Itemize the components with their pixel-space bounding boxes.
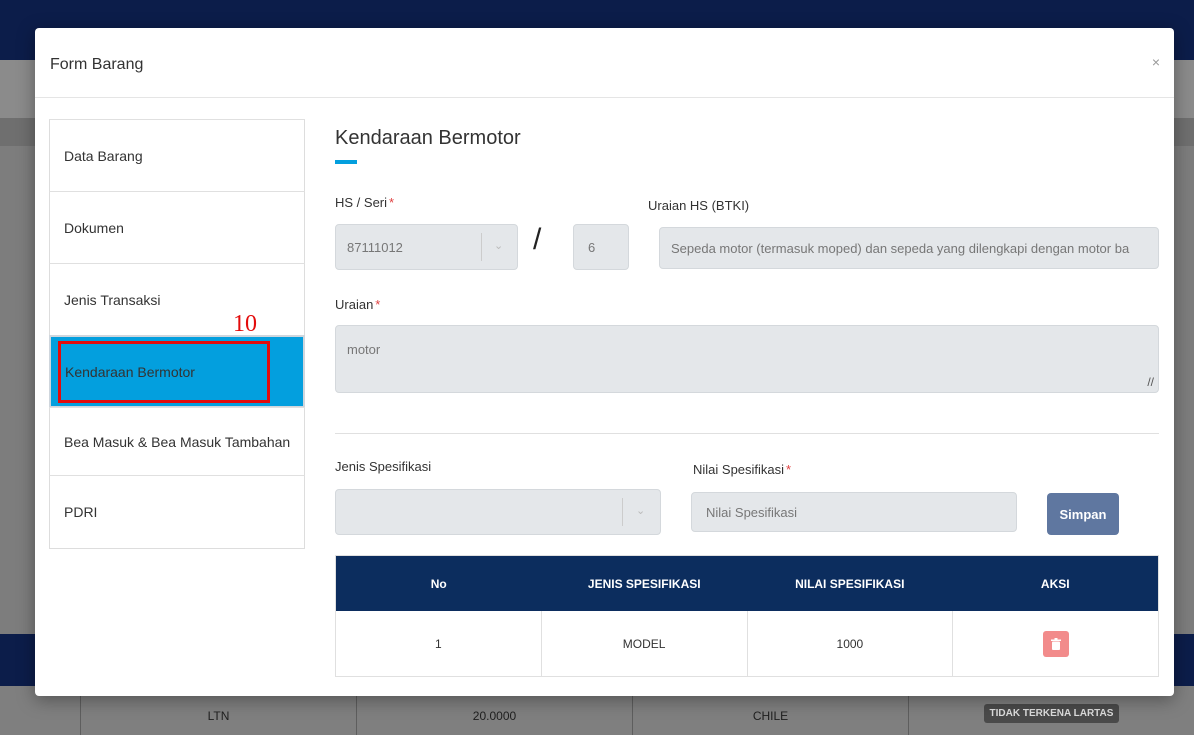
table-header: No JENIS SPESIFIKASI NILAI SPESIFIKASI A… — [336, 556, 1158, 611]
sidebar-item-bea-masuk[interactable]: Bea Masuk & Bea Masuk Tambahan — [49, 407, 305, 476]
seri-value: 6 — [588, 239, 596, 255]
sidebar-item-dokumen[interactable]: Dokumen — [49, 191, 305, 264]
column-header-no: No — [430, 576, 447, 591]
sidebar-item-label: Bea Masuk & Bea Masuk Tambahan — [64, 433, 291, 450]
seri-field[interactable]: 6 — [573, 224, 629, 270]
hs-seri-slash: / — [533, 223, 542, 256]
sidebar-item-kendaraan-bermotor[interactable]: Kendaraan Bermotor 10 — [49, 311, 305, 408]
resize-handle-icon[interactable]: // — [1147, 375, 1154, 389]
trash-icon — [1050, 637, 1061, 650]
required-mark: * — [389, 195, 395, 210]
cell-no: 1 — [336, 611, 542, 676]
required-mark: * — [375, 297, 381, 312]
sidebar-item-data-barang[interactable]: Data Barang — [49, 119, 305, 192]
nilai-spesifikasi-label-text: Nilai Spesifikasi — [693, 462, 785, 477]
spesifikasi-table: No JENIS SPESIFIKASI NILAI SPESIFIKASI A… — [335, 555, 1159, 677]
close-button[interactable]: × — [1152, 54, 1160, 70]
sidebar-item-label: Jenis Transaksi — [64, 292, 161, 308]
chevron-down-icon: ⌄ — [636, 505, 646, 517]
chevron-down-icon: ⌄ — [494, 240, 504, 252]
nilai-spesifikasi-label: Nilai Spesifikasi * — [693, 462, 791, 477]
select-separator — [622, 498, 623, 526]
hs-seri-label-text: HS / Seri — [335, 195, 388, 210]
uraian-value: motor — [347, 342, 381, 357]
cell-jenis: MODEL — [542, 611, 748, 676]
sidebar-item-label: PDRI — [64, 504, 98, 520]
jenis-spesifikasi-label: Jenis Spesifikasi — [335, 459, 432, 474]
lartas-badge: TIDAK TERKENA LARTAS — [983, 704, 1120, 723]
column-header-jenis: JENIS SPESIFIKASI — [587, 576, 701, 591]
nilai-spesifikasi-input[interactable]: Nilai Spesifikasi — [691, 492, 1017, 532]
nilai-spesifikasi-placeholder: Nilai Spesifikasi — [706, 504, 798, 520]
required-mark: * — [786, 462, 792, 477]
sidebar-item-label: Dokumen — [64, 219, 124, 236]
sidebar-item-jenis-transaksi[interactable]: Jenis Transaksi — [49, 263, 305, 336]
simpan-button[interactable]: Simpan — [1047, 493, 1119, 535]
form-sidebar: Data Barang Dokumen Jenis Transaksi Kend… — [49, 119, 305, 549]
sidebar-item-pdri[interactable]: PDRI — [49, 475, 305, 549]
sidebar-item-label: Data Barang — [64, 147, 143, 164]
annotation-box: 10 — [58, 311, 270, 403]
modal-title: Form Barang — [50, 56, 144, 73]
cell-aksi — [953, 611, 1158, 676]
column-header-nilai: NILAI SPESIFIKASI — [795, 576, 905, 591]
uraian-label: Uraian * — [335, 297, 380, 312]
uraian-hs-value: Sepeda motor (termasuk moped) dan sepeda… — [671, 240, 1130, 256]
title-underline — [335, 160, 357, 164]
cell-nilai: 1000 — [748, 611, 954, 676]
hs-select-value: 87111012 — [347, 239, 403, 255]
section-title: Kendaraan Bermotor — [335, 127, 521, 149]
uraian-hs-label: Uraian HS (BTKI) — [648, 198, 750, 213]
form-barang-modal: Form Barang × Data Barang Dokumen Jenis … — [35, 28, 1174, 696]
annotation-number: 10 — [233, 311, 257, 337]
section-divider — [335, 433, 1159, 434]
hs-select[interactable]: 87111012 ⌄ — [335, 224, 518, 270]
jenis-spesifikasi-select[interactable]: ⌄ — [335, 489, 661, 535]
hs-seri-label: HS / Seri * — [335, 195, 394, 210]
table-row: 1 MODEL 1000 — [336, 611, 1158, 676]
column-header-aksi: AKSI — [1040, 576, 1070, 591]
uraian-hs-field[interactable]: Sepeda motor (termasuk moped) dan sepeda… — [659, 227, 1159, 269]
uraian-textarea[interactable]: motor // — [335, 325, 1159, 393]
select-separator — [481, 233, 482, 261]
modal-header: Form Barang × — [35, 28, 1174, 98]
delete-button[interactable] — [1042, 630, 1069, 657]
uraian-label-text: Uraian — [335, 297, 374, 312]
